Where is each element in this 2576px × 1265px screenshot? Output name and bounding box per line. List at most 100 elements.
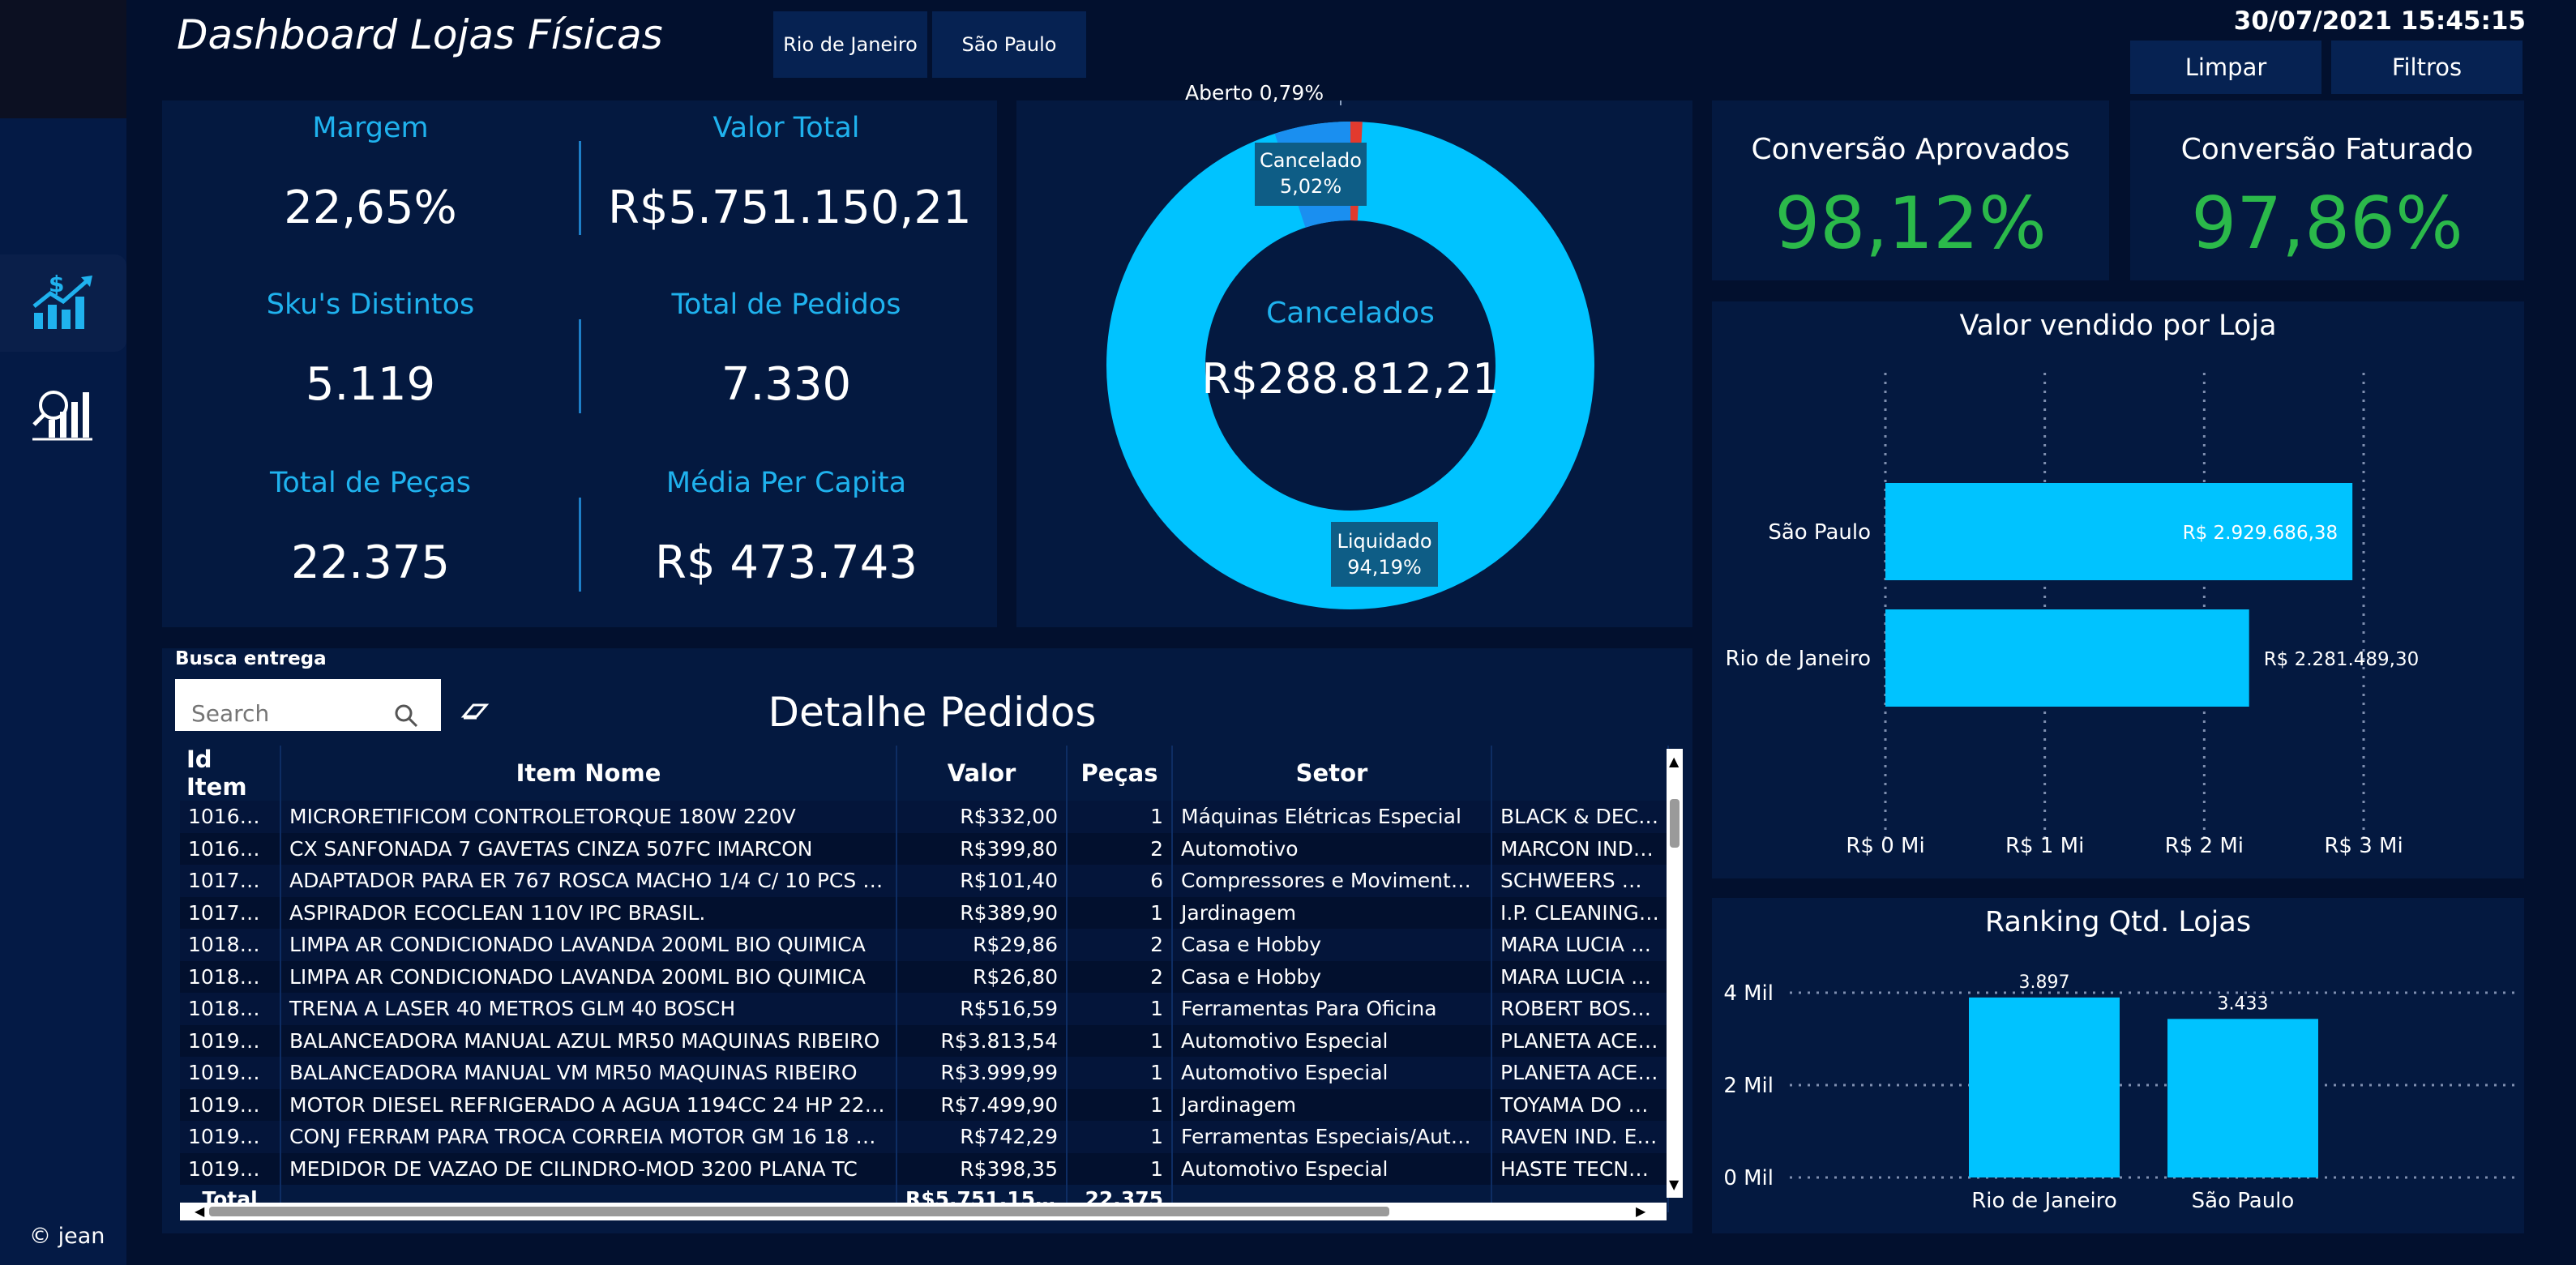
cell-value: R$3.813,54: [896, 1024, 1068, 1057]
donut-panel: Aberto 0,79% Cancelado 5,02% Liquidado 9…: [1016, 81, 1692, 627]
cell-pieces: 1: [1067, 1152, 1173, 1185]
y-tick-label: 2 Mil: [1723, 1074, 1774, 1098]
cell-sector: Automotivo Especial: [1172, 1152, 1492, 1185]
cell-id: 1018729: [180, 960, 281, 993]
x-category-label: Rio de Janeiro: [1971, 1189, 2117, 1213]
kpi-value-total-orders: 7.330: [721, 358, 852, 411]
cell-pieces: 1: [1067, 1057, 1173, 1089]
table-row[interactable]: 1019111 MOTOR DIESEL REFRIGERADO A AGUA 1…: [180, 1088, 1669, 1121]
cell-value: R$3.999,99: [896, 1057, 1068, 1089]
store-tab-sao-paulo[interactable]: São Paulo: [932, 11, 1086, 78]
y-category-label: São Paulo: [1768, 520, 1871, 545]
store-ranking-chart: 0 Mil 2 Mil 4 Mil 3.897 Rio de Janeiro 3.433 S…: [1723, 972, 2516, 1213]
table-row[interactable]: 1019050 BALANCEADORA MANUAL AZUL MR50 MAQ…: [180, 1024, 1669, 1057]
search-label: Busca entrega: [175, 648, 327, 669]
cell-supplier: HASTE TECNOLOG: [1491, 1152, 1669, 1185]
cell-item-name: ASPIRADOR ECOCLEAN 110V IPC BRASIL.: [280, 896, 897, 929]
cell-value: R$29,86: [896, 929, 1068, 961]
cell-supplier: BLACK & DECKER: [1491, 801, 1669, 833]
search-box[interactable]: [175, 679, 441, 731]
filters-button[interactable]: Filtros: [2331, 41, 2523, 94]
analytics-report-icon[interactable]: [32, 387, 92, 441]
x-tick-label: R$ 1 Mi: [2005, 834, 2084, 858]
cell-item-name: CX SANFONADA 7 GAVETAS CINZA 507FC IMARC…: [280, 832, 897, 865]
eraser-icon[interactable]: [460, 702, 490, 721]
cell-supplier: SCHWEERS METAL: [1491, 865, 1669, 897]
cell-supplier: ROBERT BOSCH LI: [1491, 993, 1669, 1025]
cell-sector: Automotivo Especial: [1172, 1057, 1492, 1089]
vertical-scroll-thumb[interactable]: [1670, 799, 1680, 848]
cell-sector: Automotivo Especial: [1172, 1024, 1492, 1057]
x-tick-label: R$ 0 Mi: [1846, 834, 1924, 858]
nav-dashboard-button[interactable]: $: [0, 254, 126, 352]
sales-by-store-chart: R$ 0 Mi R$ 1 Mi R$ 2 Mi R$ 3 Mi São Paulo R$ …: [1725, 373, 2419, 858]
vertical-scrollbar[interactable]: ▲ ▼: [1667, 749, 1683, 1198]
cell-item-name: BALANCEADORA MANUAL AZUL MR50 MAQUINAS R…: [280, 1024, 897, 1057]
cell-pieces: 1: [1067, 801, 1173, 833]
column-header-id[interactable]: Id Item: [180, 746, 281, 801]
column-header-value[interactable]: Valor: [896, 746, 1068, 801]
cell-pieces: 2: [1067, 929, 1173, 961]
column-header-item-name[interactable]: Item Nome: [280, 746, 897, 801]
cell-id: 1018729: [180, 929, 281, 961]
search-input[interactable]: [190, 699, 387, 728]
table-row[interactable]: 1019758 MEDIDOR DE VAZAO DE CILINDRO-MOD …: [180, 1152, 1669, 1185]
table-row[interactable]: 1019051 BALANCEADORA MANUAL VM MR50 MAQUI…: [180, 1057, 1669, 1089]
cell-value: R$7.499,90: [896, 1088, 1068, 1121]
x-tick-label: R$ 2 Mi: [2165, 834, 2244, 858]
table-row[interactable]: 1017924 ASPIRADOR ECOCLEAN 110V IPC BRASI…: [180, 896, 1669, 929]
scroll-left-icon[interactable]: ◀: [195, 1203, 204, 1219]
column-header-sector[interactable]: Setor: [1172, 746, 1492, 801]
kpi-label-distinct-skus: Sku's Distintos: [266, 288, 475, 321]
donut-label-cancelado-name: Cancelado: [1260, 149, 1362, 172]
kpi-panel: Margem 22,65% Valor Total R$5.751.150,21…: [162, 100, 997, 627]
donut-label-liquidado-pct: 94,19%: [1347, 556, 1422, 579]
donut-label-cancelado: Cancelado 5,02%: [1255, 143, 1367, 206]
table-row[interactable]: 1016246 MICRORETIFICOM CONTROLETORQUE 180…: [180, 801, 1669, 833]
bar-data-label: 3.433: [2218, 994, 2269, 1014]
bar-rio-de-janeiro: [1885, 609, 2249, 707]
table-row[interactable]: 1016248 CX SANFONADA 7 GAVETAS CINZA 507F…: [180, 832, 1669, 865]
cell-id: 1016248: [180, 832, 281, 865]
table-row[interactable]: 1018729 LIMPA AR CONDICIONADO LAVANDA 200…: [180, 929, 1669, 961]
kpi-label-avg-per-capita: Média Per Capita: [665, 467, 907, 499]
table-row[interactable]: 1017314 ADAPTADOR PARA ER 767 ROSCA MACHO…: [180, 865, 1669, 897]
cell-id: 1017314: [180, 865, 281, 897]
clear-button[interactable]: Limpar: [2130, 41, 2321, 94]
scroll-up-icon[interactable]: ▲: [1669, 754, 1679, 769]
cell-pieces: 1: [1067, 1024, 1173, 1057]
table-row[interactable]: 1018812 TRENA A LASER 40 METROS GLM 40 BO…: [180, 993, 1669, 1025]
kpi-label-total-orders: Total de Pedidos: [671, 288, 901, 321]
table-row[interactable]: 1018729 LIMPA AR CONDICIONADO LAVANDA 200…: [180, 960, 1669, 993]
cell-supplier: MARA LUCIA MAU: [1491, 960, 1669, 993]
table-row[interactable]: 1019245 CONJ FERRAM PARA TROCA CORREIA MO…: [180, 1121, 1669, 1153]
scroll-down-icon[interactable]: ▼: [1669, 1177, 1679, 1192]
sidebar: [0, 0, 126, 1265]
donut-center-value: R$288.812,21: [1201, 355, 1500, 404]
y-tick-label: 4 Mil: [1723, 981, 1774, 1006]
horizontal-scroll-thumb[interactable]: [209, 1207, 1389, 1216]
cell-item-name: MEDIDOR DE VAZAO DE CILINDRO-MOD 3200 PL…: [280, 1152, 897, 1185]
store-ranking-panel: Ranking Qtd. Lojas 0 Mil 2 Mil 4 Mil 3.897 R…: [1712, 898, 2524, 1233]
cell-value: R$399,80: [896, 832, 1068, 865]
cell-id: 1017924: [180, 896, 281, 929]
cell-sector: Compressores e Movimentação: [1172, 865, 1492, 897]
kpi-value-avg-per-capita: R$ 473.743: [655, 536, 918, 589]
search-icon[interactable]: [394, 703, 418, 728]
cell-id: 1018812: [180, 993, 281, 1025]
donut-label-cancelado-pct: 5,02%: [1279, 175, 1342, 198]
cell-id: 1016246: [180, 801, 281, 833]
scroll-right-icon[interactable]: ▶: [1636, 1203, 1645, 1219]
conversion-billed-title: Conversão Faturado: [2180, 133, 2474, 166]
cell-item-name: MICRORETIFICOM CONTROLETORQUE 180W 220V: [280, 801, 897, 833]
cell-supplier: MARCON INDÚST: [1491, 832, 1669, 865]
cell-item-name: CONJ FERRAM PARA TROCA CORREIA MOTOR GM …: [280, 1121, 897, 1153]
cell-item-name: ADAPTADOR PARA ER 767 ROSCA MACHO 1/4 C/…: [280, 865, 897, 897]
kpi-value-margin: 22,65%: [284, 182, 457, 234]
horizontal-scrollbar[interactable]: ◀ ▶: [180, 1203, 1667, 1220]
store-tab-rio[interactable]: Rio de Janeiro: [773, 11, 927, 78]
bar-data-label: 3.897: [2019, 972, 2070, 993]
cell-supplier: TOYAMA DO BRAS: [1491, 1088, 1669, 1121]
column-header-pieces[interactable]: Peças: [1067, 746, 1173, 801]
column-header-supplier[interactable]: [1491, 746, 1669, 801]
